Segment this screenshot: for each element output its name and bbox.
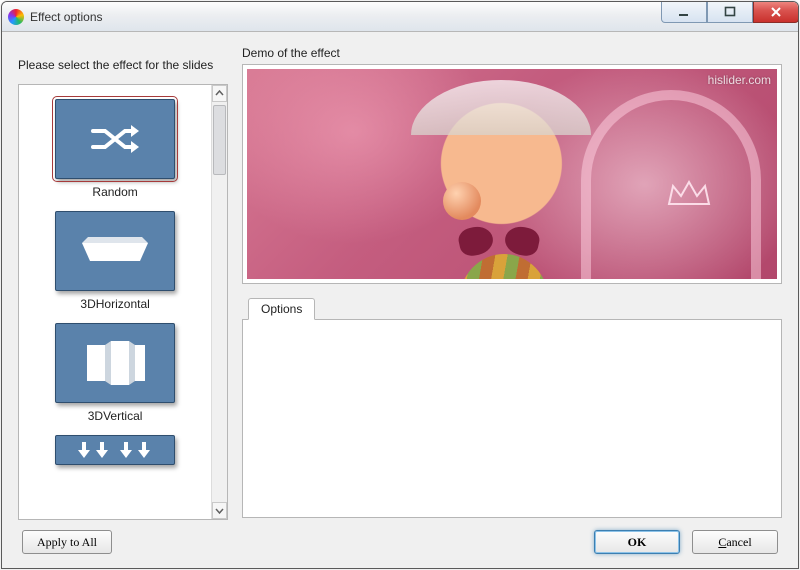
effects-instruction: Please select the effect for the slides xyxy=(18,46,228,84)
maximize-button[interactable] xyxy=(707,1,753,23)
panels-vertical-icon xyxy=(75,335,155,391)
demo-preview-image: hislider.com xyxy=(247,69,777,279)
effect-label: 3DHorizontal xyxy=(50,297,180,317)
close-button[interactable] xyxy=(753,1,799,23)
scroll-up-button[interactable] xyxy=(212,85,227,102)
effect-options-window: Effect options Please select the effect … xyxy=(1,1,799,569)
demo-watermark: hislider.com xyxy=(708,73,771,87)
app-icon xyxy=(8,9,24,25)
effects-list-container: Random 3DHorizontal xyxy=(18,84,228,520)
title-bar[interactable]: Effect options xyxy=(2,2,798,32)
window-buttons xyxy=(661,1,799,23)
apply-to-all-button[interactable]: Apply to All xyxy=(22,530,112,554)
effects-scrollbar[interactable] xyxy=(211,85,227,519)
dialog-footer: Apply to All OK Cancel xyxy=(18,520,782,560)
demo-bowtie-decor xyxy=(459,227,539,263)
effect-label: 3DVertical xyxy=(50,409,180,429)
cuboid-horizontal-icon xyxy=(72,227,158,275)
effects-list[interactable]: Random 3DHorizontal xyxy=(19,85,211,519)
chevron-up-icon xyxy=(215,89,224,98)
dialog-body: Please select the effect for the slides … xyxy=(2,32,798,568)
effect-item-3dhorizontal[interactable]: 3DHorizontal xyxy=(50,211,180,317)
scroll-down-button[interactable] xyxy=(212,502,227,519)
maximize-icon xyxy=(724,6,736,18)
effects-panel: Please select the effect for the slides … xyxy=(18,46,228,520)
effect-thumb-random xyxy=(55,99,175,179)
effect-item-random[interactable]: Random xyxy=(50,99,180,205)
effect-label: Random xyxy=(50,185,180,205)
demo-label: Demo of the effect xyxy=(242,46,782,64)
effect-item-3dvertical[interactable]: 3DVertical xyxy=(50,323,180,429)
chevron-down-icon xyxy=(215,506,224,515)
options-frame xyxy=(242,319,782,518)
arrows-down-icon xyxy=(70,438,160,462)
demo-box: hislider.com xyxy=(242,64,782,284)
window-title: Effect options xyxy=(30,10,661,24)
effect-item-partial[interactable] xyxy=(50,435,180,465)
close-icon xyxy=(770,6,782,18)
effect-thumb-3dhorizontal xyxy=(55,211,175,291)
crown-icon xyxy=(665,178,713,208)
preview-panel: Demo of the effect hislider.com Options xyxy=(242,46,782,520)
scroll-thumb[interactable] xyxy=(213,105,226,175)
effect-thumb-partial xyxy=(55,435,175,465)
minimize-icon xyxy=(678,6,690,18)
shuffle-icon xyxy=(87,119,143,159)
options-box: Options xyxy=(242,298,782,520)
effect-thumb-3dvertical xyxy=(55,323,175,403)
ok-button[interactable]: OK xyxy=(594,530,680,554)
cancel-button[interactable]: Cancel xyxy=(692,530,778,554)
minimize-button[interactable] xyxy=(661,1,707,23)
options-tab[interactable]: Options xyxy=(248,298,315,320)
